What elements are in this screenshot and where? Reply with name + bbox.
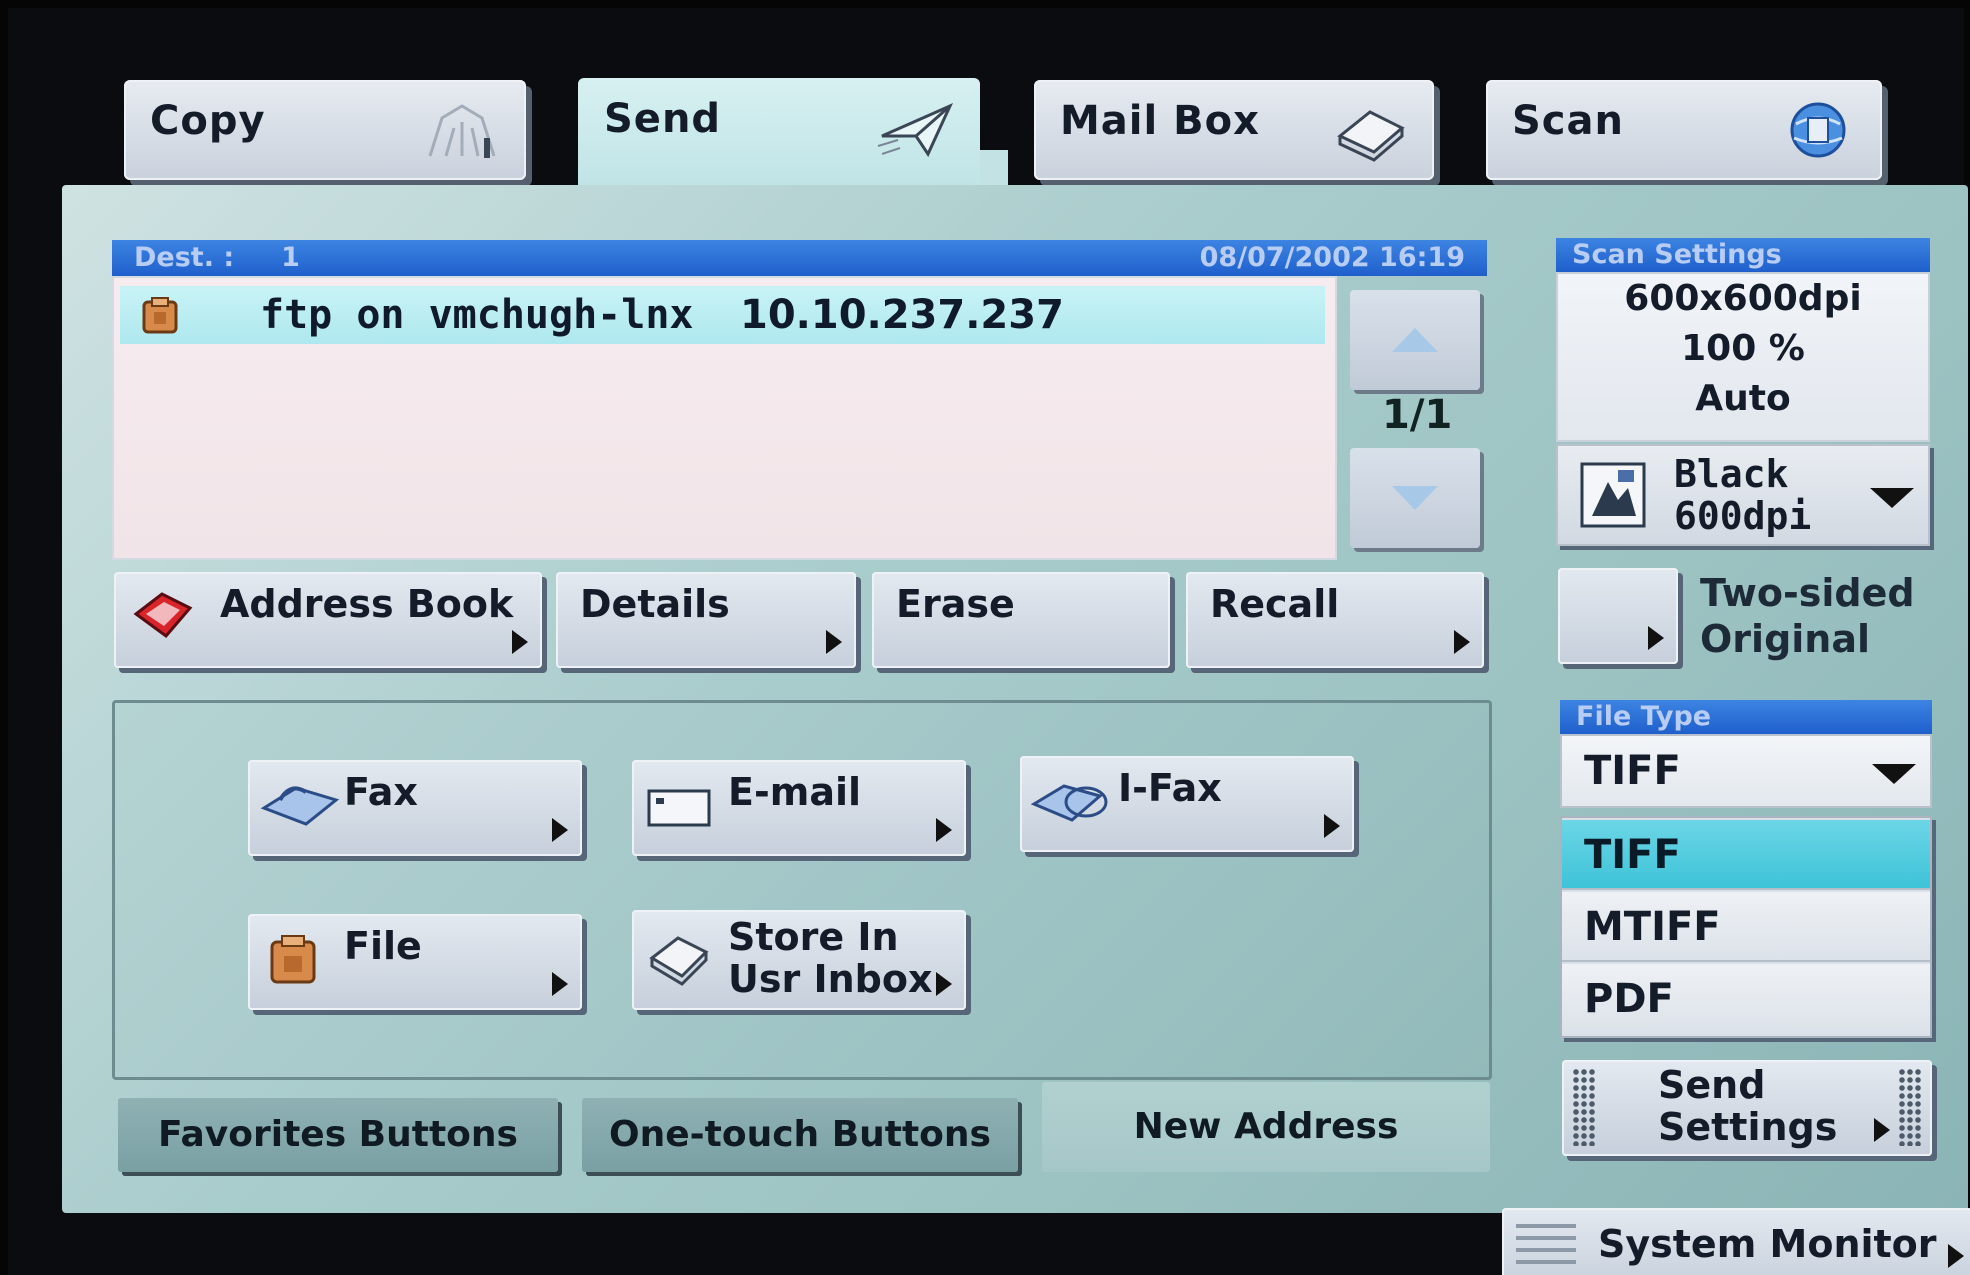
dest-label: Dest. :	[134, 242, 235, 273]
submenu-arrow-icon	[552, 818, 568, 842]
tab-scan[interactable]: Scan	[1486, 80, 1882, 180]
tab-send[interactable]: Send	[578, 78, 980, 190]
arrow-up-icon	[1392, 328, 1438, 352]
document-image-icon	[1580, 462, 1646, 528]
globe-scan-icon	[1790, 102, 1846, 158]
two-sided-original-button[interactable]	[1558, 568, 1678, 664]
scan-settings-button[interactable]: 600x600dpi 100 % Auto	[1556, 272, 1930, 442]
tab-scan-label: Scan	[1512, 98, 1624, 144]
file-icon	[142, 297, 178, 334]
fax-label: Fax	[344, 770, 418, 814]
new-address-tab[interactable]: New Address	[1042, 1082, 1490, 1172]
recall-button[interactable]: Recall	[1186, 572, 1484, 668]
file-type-option-pdf[interactable]: PDF	[1562, 964, 1930, 1034]
two-sided-line1: Two-sided	[1700, 571, 1915, 615]
dest-datetime: 08/07/2002 16:19	[1199, 242, 1465, 273]
store-label-line1: Store In	[728, 915, 899, 959]
address-book-button[interactable]: Address Book	[114, 572, 542, 668]
address-book-label: Address Book	[220, 582, 514, 626]
erase-label: Erase	[896, 582, 1015, 626]
submenu-arrow-icon	[1874, 1118, 1890, 1142]
paper-plane-icon	[877, 103, 954, 158]
submenu-arrow-icon	[826, 630, 842, 654]
submenu-arrow-icon	[1454, 630, 1470, 654]
system-monitor-label: System Monitor	[1598, 1222, 1937, 1266]
address-book-icon	[133, 592, 193, 639]
page-indicator: 1/1	[1382, 392, 1453, 438]
file-button[interactable]: File	[248, 914, 582, 1010]
submenu-arrow-icon	[1948, 1244, 1964, 1268]
tab-send-label: Send	[604, 96, 722, 142]
tab-copy-label: Copy	[150, 98, 266, 144]
file-type-header: File Type	[1560, 700, 1932, 734]
file-type-option-tiff[interactable]: TIFF	[1562, 820, 1930, 890]
erase-button[interactable]: Erase	[872, 572, 1170, 668]
store-in-usr-inbox-button[interactable]: Store In Usr Inbox	[632, 910, 966, 1010]
one-touch-buttons-tab[interactable]: One-touch Buttons	[582, 1098, 1018, 1172]
tab-mail-box-label: Mail Box	[1060, 98, 1260, 144]
scan-settings-header: Scan Settings	[1556, 238, 1930, 272]
destination-row[interactable]: ftp on vmchugh-lnx 10.10.237.237	[120, 286, 1325, 344]
ifax-label: I-Fax	[1118, 766, 1222, 810]
arrow-down-icon	[1392, 486, 1438, 510]
internet-fax-icon	[1030, 784, 1108, 822]
two-sided-line2: Original	[1700, 617, 1871, 661]
color-mode-line2: 600dpi	[1674, 494, 1812, 538]
fax-button[interactable]: Fax	[248, 760, 582, 856]
details-button[interactable]: Details	[556, 572, 856, 668]
file-type-menu: TIFF MTIFF PDF	[1560, 816, 1932, 1038]
zoom-value: 100 %	[1681, 328, 1805, 369]
color-mode-select[interactable]: Black 600dpi	[1556, 444, 1930, 546]
color-mode-line1: Black	[1674, 452, 1789, 496]
grip-dots-icon	[1572, 1068, 1596, 1146]
send-settings-button[interactable]: Send Settings	[1562, 1060, 1932, 1156]
two-sided-original-label: Two-sided Original	[1700, 570, 1915, 662]
resolution-value: 600x600dpi	[1624, 278, 1862, 319]
destination-address: 10.10.237.237	[740, 292, 1064, 338]
dest-count: 1	[281, 242, 300, 273]
destination-header: Dest. : 1 08/07/2002 16:19	[112, 240, 1487, 276]
tab-mail-box[interactable]: Mail Box	[1034, 80, 1434, 180]
density-value: Auto	[1695, 378, 1791, 419]
file-type-selected: TIFF	[1584, 748, 1681, 794]
file-type-option-mtiff[interactable]: MTIFF	[1562, 892, 1930, 962]
tab-copy[interactable]: Copy	[124, 80, 526, 180]
mailbox-tray-icon	[1337, 110, 1405, 162]
submenu-arrow-icon	[552, 972, 568, 996]
email-button[interactable]: E-mail	[632, 760, 966, 856]
details-label: Details	[580, 582, 730, 626]
destination-list: ftp on vmchugh-lnx 10.10.237.237	[112, 276, 1337, 560]
file-type-select[interactable]: TIFF	[1560, 734, 1932, 808]
recall-label: Recall	[1210, 582, 1340, 626]
dropdown-arrow-icon	[1872, 764, 1916, 784]
copy-icon	[428, 104, 496, 158]
system-monitor-button[interactable]: System Monitor	[1502, 1208, 1970, 1275]
submenu-arrow-icon	[1648, 626, 1664, 650]
file-label: File	[344, 924, 422, 968]
file-server-icon	[270, 935, 316, 984]
send-settings-line2: Settings	[1658, 1105, 1838, 1149]
submenu-arrow-icon	[936, 818, 952, 842]
ifax-button[interactable]: I-Fax	[1020, 756, 1354, 852]
grip-dots-icon	[1898, 1068, 1922, 1146]
submenu-arrow-icon	[936, 972, 952, 996]
favorites-buttons-tab[interactable]: Favorites Buttons	[118, 1098, 558, 1172]
destination-name: ftp on vmchugh-lnx	[260, 292, 694, 338]
fax-icon	[260, 786, 340, 826]
dropdown-arrow-icon	[1870, 488, 1914, 508]
scroll-up-button[interactable]	[1350, 290, 1480, 390]
submenu-arrow-icon	[1324, 814, 1340, 838]
inbox-tray-icon	[649, 936, 709, 986]
scroll-down-button[interactable]	[1350, 448, 1480, 548]
email-label: E-mail	[728, 770, 862, 814]
envelope-icon	[647, 789, 711, 827]
submenu-arrow-icon	[512, 630, 528, 654]
send-settings-line1: Send	[1658, 1063, 1766, 1107]
monitor-lines-icon	[1516, 1224, 1576, 1268]
store-label-line2: Usr Inbox	[728, 957, 933, 1001]
